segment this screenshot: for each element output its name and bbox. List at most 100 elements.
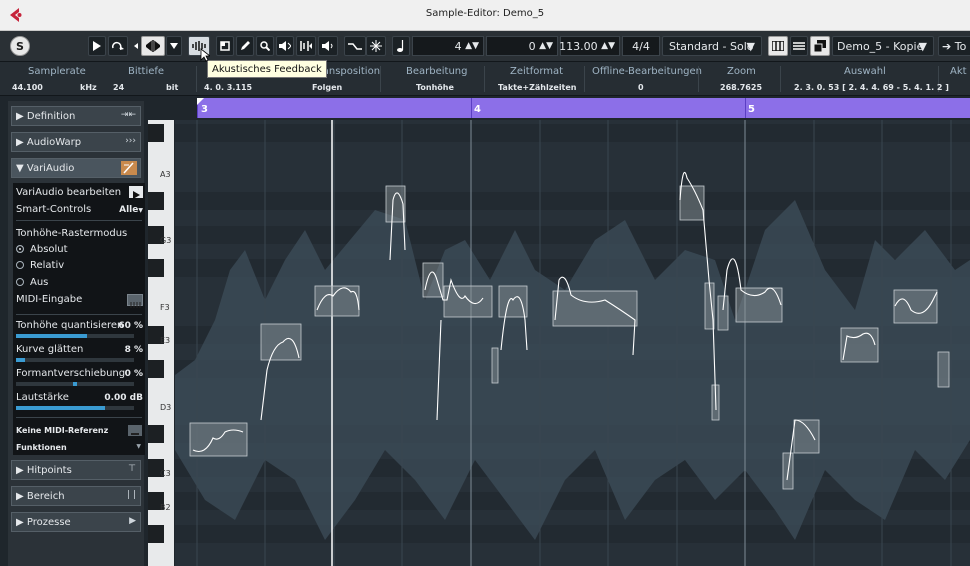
clip-select-value: Demo_5 - Kopie bbox=[837, 39, 924, 53]
info-selection-value[interactable]: 2. 3. 0. 53 [ 2. 4. 4. 69 - 5. 4. 1. 2 ] bbox=[794, 83, 949, 92]
functions-select[interactable]: Funktionen bbox=[16, 443, 67, 452]
black-key[interactable] bbox=[148, 360, 164, 378]
section-hitpoints[interactable]: ▶ Hitpoints ⊤ bbox=[11, 460, 141, 480]
play-icon[interactable] bbox=[88, 36, 106, 56]
radio-aus[interactable]: Aus bbox=[16, 277, 48, 288]
warp-tool-icon[interactable] bbox=[296, 36, 316, 56]
waveform-background bbox=[175, 200, 970, 540]
volume-label: Lautstärke bbox=[16, 392, 69, 403]
formant-label: Formantverschiebung bbox=[16, 368, 126, 379]
variaudio-edit-button[interactable] bbox=[129, 186, 143, 199]
position-field[interactable]: 4 ▲▼ bbox=[412, 36, 484, 56]
section-variaudio[interactable]: ▼ VariAudio bbox=[11, 158, 141, 178]
info-offline-value[interactable]: 0 bbox=[638, 83, 644, 92]
divider bbox=[16, 417, 142, 418]
info-bitdepth-value[interactable]: 24 bbox=[113, 83, 124, 92]
formant-value[interactable]: 0 % bbox=[125, 369, 143, 379]
stepper-icon[interactable]: ▲▼ bbox=[539, 41, 553, 51]
arrow-right-icon: ➔ bbox=[942, 39, 952, 53]
editor-drawing bbox=[175, 120, 970, 566]
radio-relativ[interactable]: Relativ bbox=[16, 260, 64, 271]
range-tool-icon[interactable] bbox=[216, 36, 234, 56]
stepper-icon[interactable]: ▲▼ bbox=[601, 41, 615, 51]
info-header-timeformat: Zeitformat bbox=[510, 66, 564, 77]
speaker-icon[interactable] bbox=[318, 36, 338, 56]
tempo-field[interactable]: 113.00 ▲▼ bbox=[559, 36, 620, 56]
smart-controls-select[interactable]: Alle▼ bbox=[119, 205, 143, 215]
smooth-value[interactable]: 8 % bbox=[125, 345, 143, 355]
mode-select[interactable]: Standard - Solo ▼ bbox=[662, 36, 762, 56]
ruler[interactable]: 3 4 5 bbox=[197, 98, 970, 118]
chevron-down-icon[interactable] bbox=[166, 36, 182, 56]
solo-label: S bbox=[16, 39, 24, 53]
black-key[interactable] bbox=[148, 525, 164, 543]
title-bar: Sample-Editor: Demo_5 bbox=[0, 0, 970, 31]
offset-field[interactable]: 0 ▲▼ bbox=[486, 36, 558, 56]
midi-reference-button[interactable] bbox=[128, 425, 142, 436]
clip-icon[interactable] bbox=[810, 36, 830, 56]
chevron-down-icon[interactable]: ▼ bbox=[136, 443, 141, 450]
radio-relativ-dot bbox=[16, 261, 24, 269]
note-value-icon[interactable] bbox=[392, 36, 410, 56]
smooth-slider[interactable] bbox=[16, 358, 134, 362]
info-transposition-value[interactable]: Folgen bbox=[312, 83, 342, 92]
to-button[interactable]: ➔ To bbox=[938, 36, 970, 56]
ruler-bar-5: 5 bbox=[748, 104, 755, 115]
editor-canvas[interactable] bbox=[175, 120, 970, 566]
info-zoom-value[interactable]: 268.7625 bbox=[720, 83, 762, 92]
volume-value[interactable]: 0.00 dB bbox=[104, 393, 143, 403]
quantize-slider[interactable] bbox=[16, 334, 134, 338]
section-definition[interactable]: ▶ Definition ⇥⇤ bbox=[11, 106, 141, 126]
arrow-left-icon[interactable] bbox=[134, 36, 138, 56]
tool-select-icon[interactable] bbox=[141, 36, 165, 56]
ruler-bar-tick bbox=[471, 98, 472, 118]
info-samplerate-value[interactable]: 44.100 bbox=[12, 83, 43, 92]
quantize-slider-fill bbox=[16, 334, 87, 338]
black-key[interactable] bbox=[148, 124, 164, 142]
black-key[interactable] bbox=[148, 259, 164, 277]
key-label-g3: G3 bbox=[160, 236, 172, 245]
section-prozesse[interactable]: ▶ Prozesse ▶ bbox=[11, 512, 141, 532]
radio-absolut[interactable]: Absolut bbox=[16, 244, 68, 255]
key-label-b2: B2 bbox=[160, 503, 171, 512]
section-bereich[interactable]: ▶ Bereich | | bbox=[11, 486, 141, 506]
solo-editor-button[interactable]: S bbox=[10, 36, 30, 56]
snap-icon[interactable] bbox=[344, 36, 366, 56]
tooltip: Akustisches Feedback bbox=[207, 60, 327, 78]
position-value: 4 bbox=[454, 39, 462, 53]
divider bbox=[780, 66, 781, 92]
smart-controls-label: Smart-Controls bbox=[16, 204, 92, 215]
signature-field[interactable]: 4/4 bbox=[622, 36, 660, 56]
info-timeformat-value[interactable]: Takte+Zählzeiten bbox=[498, 83, 577, 92]
info-edit-value[interactable]: Tonhöhe bbox=[416, 83, 454, 92]
layers-icon[interactable] bbox=[790, 36, 808, 56]
section-audiowarp[interactable]: ▶ AudioWarp ››› bbox=[11, 132, 141, 152]
smooth-label: Kurve glätten bbox=[16, 344, 84, 355]
snap-zero-icon[interactable] bbox=[366, 36, 386, 56]
stepper-icon[interactable]: ▲▼ bbox=[465, 41, 479, 51]
piano-keyboard[interactable]: A3 G3 F3 E3 D3 C3 B2 bbox=[148, 120, 174, 566]
radio-aus-label: Aus bbox=[30, 277, 49, 288]
grid-icon[interactable] bbox=[768, 36, 788, 56]
mode-select-value: Standard - Solo bbox=[669, 39, 754, 53]
midi-input-toggle[interactable] bbox=[127, 294, 143, 308]
warp-arrows-icon: ››› bbox=[125, 136, 136, 146]
info-position-value[interactable]: 4. 0. 3.115 bbox=[204, 83, 252, 92]
info-header-bitdepth: Bittiefe bbox=[128, 66, 165, 77]
key-label-a3: A3 bbox=[160, 170, 171, 179]
quantize-value[interactable]: 60 % bbox=[118, 321, 143, 331]
loop-icon[interactable] bbox=[108, 36, 128, 56]
process-icon: ▶ bbox=[129, 516, 136, 526]
pencil-icon[interactable] bbox=[236, 36, 254, 56]
info-line: Samplerate Bittiefe Transposition Bearbe… bbox=[0, 62, 970, 96]
black-key[interactable] bbox=[148, 425, 164, 443]
volume-slider[interactable] bbox=[16, 406, 134, 410]
black-key[interactable] bbox=[148, 192, 164, 210]
clip-select[interactable]: Demo_5 - Kopie ▼ bbox=[832, 36, 934, 56]
key-label-e3: E3 bbox=[160, 336, 171, 345]
speaker-scrub-icon[interactable] bbox=[276, 36, 294, 56]
info-header-activity: Akt bbox=[950, 66, 967, 77]
formant-slider[interactable] bbox=[16, 382, 134, 386]
zoom-icon[interactable] bbox=[256, 36, 274, 56]
midi-reference-label[interactable]: Keine MIDI-Referenz bbox=[16, 426, 108, 435]
